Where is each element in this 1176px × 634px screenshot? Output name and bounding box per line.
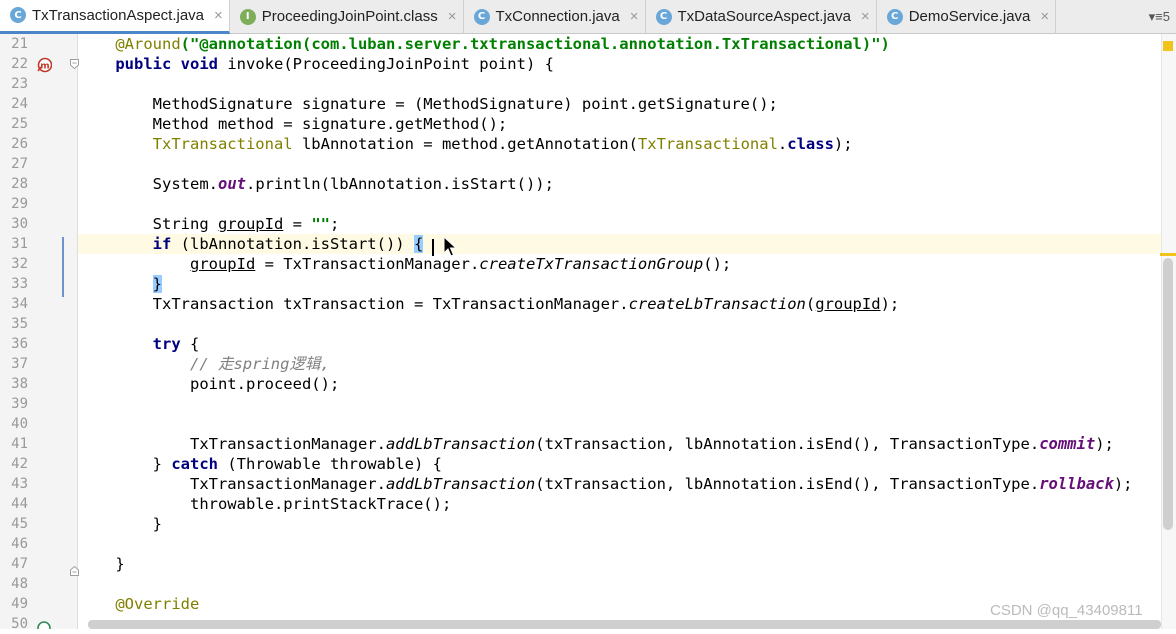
close-icon[interactable]: × (861, 8, 870, 25)
code-line: try { (152, 335, 200, 353)
code-line: } catch (Throwable throwable) { (152, 455, 442, 473)
watermark: CSDN @qq_43409811 (990, 602, 1143, 619)
class-icon: C (655, 8, 672, 25)
tab-label: TxConnection.java (495, 8, 620, 25)
horizontal-scrollbar-thumb[interactable] (88, 620, 1161, 629)
line-number: 37 (11, 356, 28, 372)
implements-method-icon[interactable] (36, 620, 52, 629)
line-number: 42 (11, 456, 28, 472)
interface-icon: I (239, 8, 256, 25)
line-number: 21 (11, 36, 28, 52)
text-caret (432, 239, 434, 256)
line-number: 28 (11, 176, 28, 192)
code-line: } (78, 555, 125, 573)
line-number: 25 (11, 116, 28, 132)
line-number: 30 (11, 216, 28, 232)
close-icon[interactable]: × (1040, 8, 1049, 25)
tab-label: TxDataSourceAspect.java (677, 8, 851, 25)
class-icon: C (886, 8, 903, 25)
line-number: 46 (11, 536, 28, 552)
code-line: String groupId = ""; (152, 215, 340, 233)
tab-txtransactionaspect[interactable]: C TxTransactionAspect.java × (0, 0, 230, 34)
current-code-line: if (lbAnnotation.isStart()) { (78, 234, 1161, 254)
code-line: TxTransactionManager.addLbTransaction(tx… (189, 435, 1114, 453)
tab-proceedingjoinpoint[interactable]: I ProceedingJoinPoint.class × (230, 0, 464, 34)
code-line: } (78, 274, 1161, 294)
current-line-marker[interactable] (1160, 253, 1176, 256)
line-number: 39 (11, 396, 28, 412)
line-number: 41 (11, 436, 28, 452)
code-line: MethodSignature signature = (MethodSigna… (78, 95, 778, 113)
code-line: } (78, 515, 162, 533)
line-number: 44 (11, 496, 28, 512)
tab-txconnection[interactable]: C TxConnection.java × (464, 0, 646, 34)
line-number: 33 (11, 276, 28, 292)
mouse-pointer-icon (443, 236, 457, 257)
line-number: 32 (11, 256, 28, 272)
code-line: TxTransaction txTransaction = TxTransact… (152, 295, 900, 313)
line-number: 38 (11, 376, 28, 392)
code-line: Method method = signature.getMethod(); (78, 115, 508, 133)
svg-text:m: m (40, 62, 49, 72)
line-number: 26 (11, 136, 28, 152)
matched-brace: } (152, 275, 162, 293)
code-line: point.proceed(); (78, 375, 340, 393)
line-number: 31 (11, 236, 28, 252)
overrides-method-icon[interactable]: m (36, 57, 52, 73)
line-number: 48 (11, 576, 28, 592)
tab-txdatasourceaspect[interactable]: C TxDataSourceAspect.java × (646, 0, 877, 34)
tab-label: ProceedingJoinPoint.class (261, 8, 438, 25)
vertical-scrollbar-thumb[interactable] (1163, 258, 1173, 530)
code-editor[interactable]: @Around("@annotation(com.luban.server.tx… (78, 34, 1161, 629)
line-number: 47 (11, 556, 28, 572)
inspection-status-icon[interactable] (1163, 41, 1173, 51)
code-line: System.out.println(lbAnnotation.isStart(… (152, 175, 554, 193)
line-number: 22 (11, 56, 28, 72)
line-number: 50 (11, 616, 28, 632)
class-icon: C (473, 8, 490, 25)
code-line: @Around("@annotation(com.luban.server.tx… (115, 35, 890, 53)
line-number: 23 (11, 76, 28, 92)
line-number-gutter[interactable]: 21 22 23 24 25 26 27 28 29 30 31 32 33 34 35 36 37 38 39 40… (0, 34, 78, 632)
line-number: 27 (11, 156, 28, 172)
tab-label: TxTransactionAspect.java (32, 6, 205, 24)
code-line: TxTransactionManager.addLbTransaction(tx… (189, 475, 1133, 493)
matched-brace: { (413, 235, 424, 253)
line-number: 43 (11, 476, 28, 492)
tab-demoservice[interactable]: C DemoService.java × (877, 0, 1057, 34)
line-number: 29 (11, 196, 28, 212)
line-number: 45 (11, 516, 28, 532)
code-line: // 走spring逻辑, (189, 355, 330, 373)
code-line: throwable.printStackTrace(); (78, 495, 452, 513)
vcs-change-marker[interactable] (62, 237, 64, 297)
line-number: 40 (11, 416, 28, 432)
line-number: 35 (11, 316, 28, 332)
line-number: 24 (11, 96, 28, 112)
code-line: TxTransactional lbAnnotation = method.ge… (152, 135, 853, 153)
code-line: groupId = TxTransactionManager.createTxT… (189, 255, 732, 273)
close-icon[interactable]: × (630, 8, 639, 25)
close-icon[interactable]: × (448, 8, 457, 25)
code-line: public void invoke(ProceedingJoinPoint p… (115, 55, 554, 73)
line-number: 36 (11, 336, 28, 352)
line-number: 34 (11, 296, 28, 312)
line-number: 49 (11, 596, 28, 612)
editor-tab-bar: C TxTransactionAspect.java × I Proceedin… (0, 0, 1176, 34)
tab-label: DemoService.java (908, 8, 1031, 25)
class-icon: C (10, 7, 26, 23)
tab-list-menu-icon[interactable]: ▾≡5 (1143, 9, 1176, 25)
close-icon[interactable]: × (214, 7, 223, 24)
